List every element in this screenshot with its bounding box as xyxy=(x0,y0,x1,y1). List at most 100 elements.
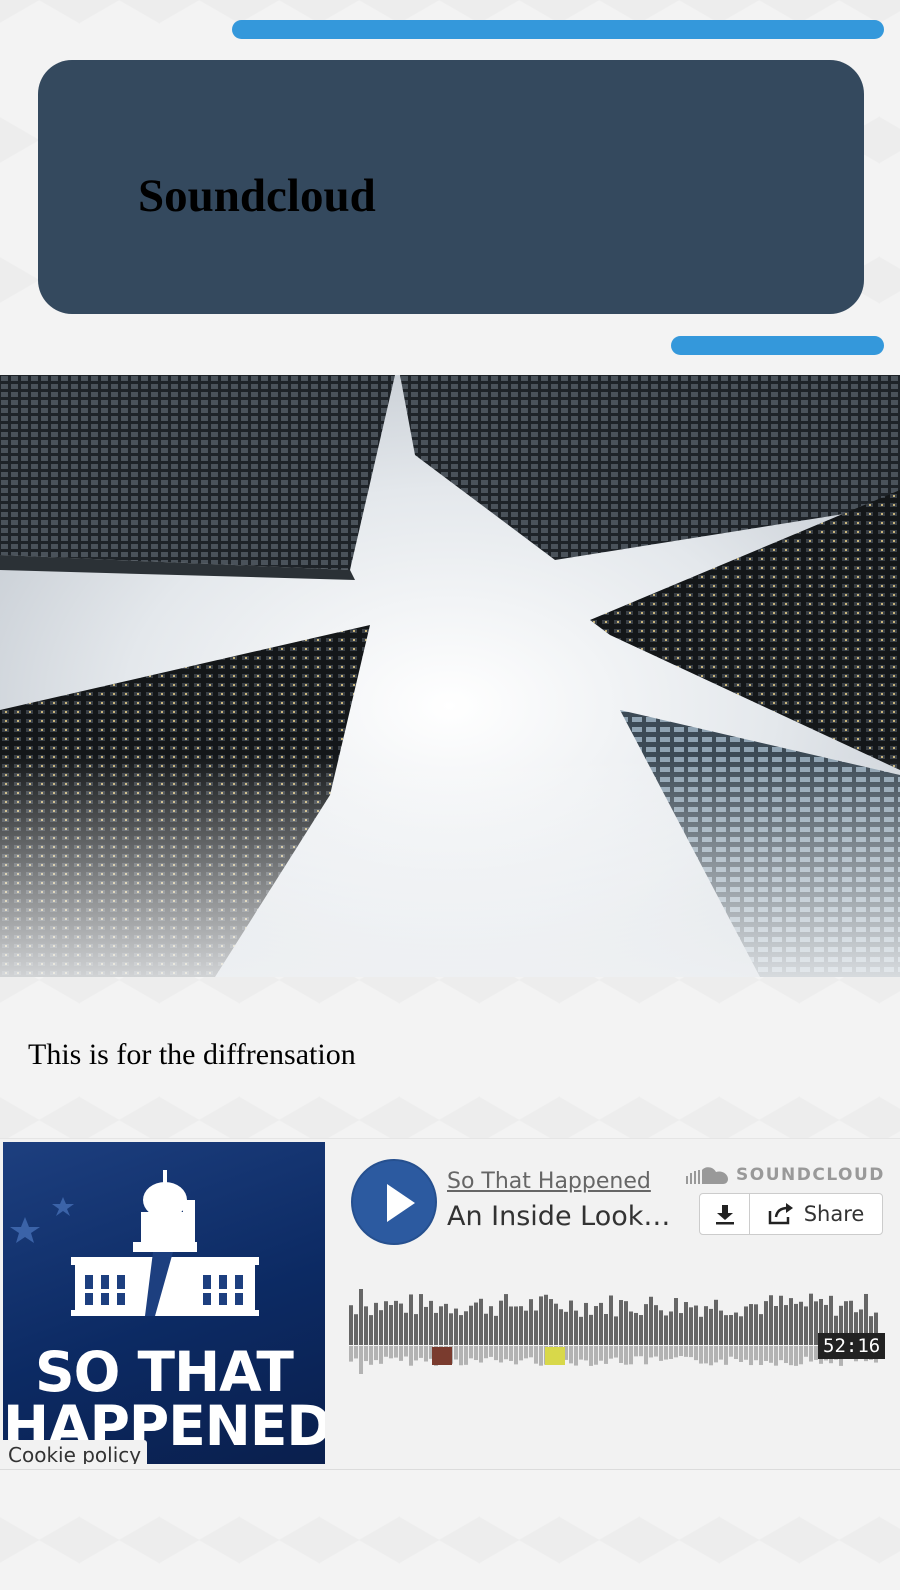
waveform-bar xyxy=(449,1313,453,1345)
waveform-bar xyxy=(664,1315,668,1345)
waveform-bar-reflection xyxy=(789,1346,793,1366)
waveform-bar-reflection xyxy=(464,1346,468,1365)
download-icon xyxy=(715,1205,734,1225)
action-buttons: Share xyxy=(699,1193,883,1235)
waveform-bar-reflection xyxy=(729,1346,733,1357)
waveform-bar-reflection xyxy=(649,1346,653,1358)
waveform-bar xyxy=(599,1302,603,1345)
waveform-bar xyxy=(614,1316,618,1345)
waveform-bar-reflection xyxy=(494,1346,498,1361)
waveform-bar xyxy=(669,1311,673,1345)
bottom-accent-bar xyxy=(671,336,884,355)
waveform-bar-reflection xyxy=(534,1346,538,1364)
waveform-bar-reflection xyxy=(584,1346,588,1361)
waveform-bar xyxy=(484,1313,488,1345)
track-artwork[interactable]: SO THAT HAPPENED Cookie policy xyxy=(3,1142,325,1464)
waveform-bar-reflection xyxy=(389,1346,393,1359)
waveform-bar-reflection xyxy=(754,1346,758,1361)
waveform-bar-reflection xyxy=(799,1346,803,1365)
waveform-bar-reflection xyxy=(589,1346,593,1366)
waveform-bar-reflection xyxy=(719,1346,723,1360)
waveform-bar xyxy=(459,1315,463,1345)
waveform-bar-reflection xyxy=(374,1346,378,1361)
waveform-bar-reflection xyxy=(654,1346,658,1357)
waveform-bar-reflection xyxy=(744,1346,748,1360)
waveform-bar xyxy=(719,1310,723,1345)
share-button[interactable]: Share xyxy=(750,1194,882,1234)
share-label: Share xyxy=(803,1202,865,1226)
waveform-bar xyxy=(349,1305,353,1345)
waveform-bar xyxy=(789,1298,793,1345)
waveform-bar-reflection xyxy=(669,1346,673,1359)
waveform-bar xyxy=(629,1311,633,1345)
waveform-bar xyxy=(799,1301,803,1345)
waveform-bar xyxy=(619,1300,623,1345)
waveform-bar-reflection xyxy=(759,1346,763,1365)
waveform-bar xyxy=(479,1298,483,1345)
waveform-bar-reflection xyxy=(679,1346,683,1357)
waveform-bar xyxy=(489,1306,493,1345)
waveform-bar xyxy=(714,1299,718,1345)
waveform-bar xyxy=(469,1305,473,1345)
soundcloud-logo[interactable]: SOUNDCLOUD xyxy=(686,1165,885,1185)
cookie-policy-link[interactable]: Cookie policy xyxy=(3,1440,148,1464)
waveform-bar-reflection xyxy=(474,1346,478,1361)
waveform-bar-reflection xyxy=(784,1346,788,1364)
waveform-bar xyxy=(414,1314,418,1345)
waveform-bar xyxy=(464,1311,468,1345)
waveform-bar xyxy=(644,1304,648,1345)
capitol-icon xyxy=(10,1170,259,1316)
waveform-bar xyxy=(639,1315,643,1345)
waveform-bar xyxy=(594,1306,598,1345)
waveform-bar-reflection xyxy=(519,1346,523,1361)
download-button[interactable] xyxy=(700,1194,750,1234)
track-user-link[interactable]: So That Happened xyxy=(447,1169,651,1194)
waveform[interactable] xyxy=(349,1289,881,1384)
waveform-bar xyxy=(759,1314,763,1345)
waveform-bar-reflection xyxy=(714,1346,718,1363)
waveform-bar xyxy=(694,1305,698,1345)
waveform-bar xyxy=(589,1314,593,1345)
waveform-bar xyxy=(674,1298,678,1345)
track-title[interactable]: An Inside Look… xyxy=(447,1201,670,1232)
waveform-bar-reflection xyxy=(674,1346,678,1358)
waveform-bar xyxy=(424,1306,428,1345)
waveform-bar xyxy=(549,1299,553,1345)
waveform-bar xyxy=(609,1295,613,1345)
waveform-bar xyxy=(399,1303,403,1345)
play-button[interactable] xyxy=(351,1159,437,1245)
waveform-bar-reflection xyxy=(639,1346,643,1357)
waveform-bar xyxy=(509,1306,513,1345)
comment-avatar[interactable] xyxy=(432,1347,452,1365)
waveform-bar-reflection xyxy=(409,1346,413,1366)
waveform-bar xyxy=(684,1302,688,1345)
waveform-bar xyxy=(649,1296,653,1345)
waveform-bar xyxy=(354,1314,358,1345)
waveform-bar-reflection xyxy=(629,1346,633,1365)
waveform-bar xyxy=(534,1310,538,1345)
waveform-bar-reflection xyxy=(419,1346,423,1358)
waveform-bar-reflection xyxy=(614,1346,618,1358)
waveform-bar xyxy=(544,1294,548,1345)
waveform-bar xyxy=(794,1303,798,1345)
soundcloud-brand-text: SOUNDCLOUD xyxy=(736,1165,885,1185)
waveform-bar xyxy=(809,1293,813,1345)
waveform-bar xyxy=(474,1302,478,1345)
waveform-bar xyxy=(559,1309,563,1345)
waveform-bar-reflection xyxy=(664,1346,668,1360)
waveform-bar-reflection xyxy=(404,1346,408,1357)
waveform-bar xyxy=(359,1289,363,1345)
waveform-bar-reflection xyxy=(694,1346,698,1361)
waveform-bar-reflection xyxy=(689,1346,693,1358)
waveform-bar-reflection xyxy=(749,1346,753,1366)
waveform-bar-reflection xyxy=(764,1346,768,1361)
waveform-bar xyxy=(804,1306,808,1345)
waveform-bar xyxy=(504,1294,508,1345)
waveform-bar xyxy=(774,1305,778,1345)
waveform-bar xyxy=(499,1300,503,1345)
waveform-bar-reflection xyxy=(359,1346,363,1374)
waveform-bar xyxy=(709,1308,713,1345)
waveform-bar xyxy=(604,1313,608,1345)
comment-avatar[interactable] xyxy=(545,1347,565,1365)
waveform-bar xyxy=(784,1305,788,1345)
